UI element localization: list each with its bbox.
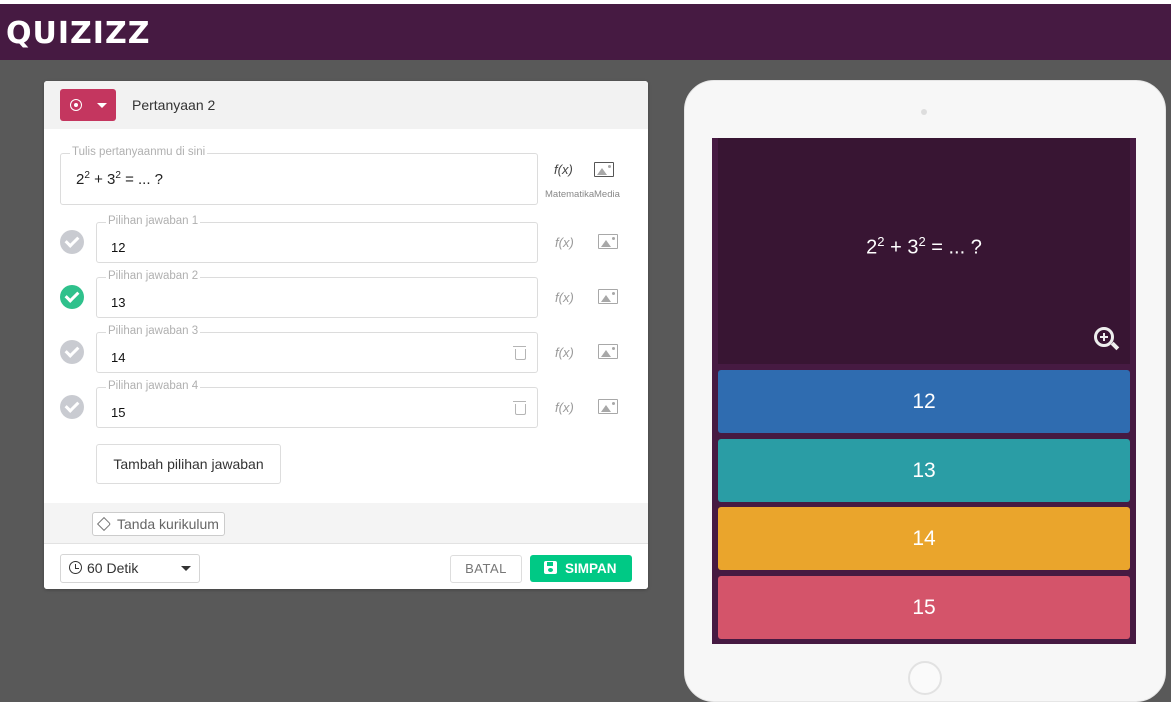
chevron-down-icon [97, 103, 107, 108]
image-icon[interactable] [598, 344, 618, 359]
math-icon[interactable]: f(x) [554, 162, 573, 177]
correct-toggle-4[interactable] [60, 395, 84, 419]
answer-legend: Pilihan jawaban 2 [106, 270, 201, 282]
math-icon[interactable]: f(x) [555, 290, 574, 305]
question-input-legend: Tulis pertanyaanmu di sini [70, 146, 208, 158]
math-icon[interactable]: f(x) [555, 235, 574, 250]
preview-option-3[interactable]: 14 [718, 507, 1130, 570]
cancel-button[interactable]: BATAL [450, 555, 522, 583]
preview-option-4[interactable]: 15 [718, 576, 1130, 639]
question-editor: Pertanyaan 2 Tulis pertanyaanmu di sini … [44, 81, 648, 589]
answer-input-4[interactable]: Pilihan jawaban 4 15 [96, 380, 538, 428]
correct-toggle-2[interactable] [60, 285, 84, 309]
answer-input-3[interactable]: Pilihan jawaban 3 14 [96, 325, 538, 373]
media-label: Media [594, 189, 620, 200]
image-icon[interactable] [598, 399, 618, 414]
clock-icon [69, 561, 82, 574]
question-input[interactable]: Tulis pertanyaanmu di sini 22 + 32 = ...… [60, 146, 538, 205]
top-bar: QUIZIZZ [0, 0, 1171, 60]
math-icon[interactable]: f(x) [555, 400, 574, 415]
math-icon[interactable]: f(x) [555, 345, 574, 360]
question-text[interactable]: 22 + 32 = ... ? [76, 170, 163, 188]
correct-toggle-3[interactable] [60, 340, 84, 364]
answer-value[interactable]: 12 [111, 240, 125, 255]
preview-question-panel: 22 + 32 = ... ? [718, 138, 1130, 364]
add-answer-button[interactable]: Tambah pilihan jawaban [96, 444, 281, 484]
answer-input-1[interactable]: Pilihan jawaban 1 12 [96, 215, 538, 263]
image-icon[interactable] [598, 234, 618, 249]
tag-icon [96, 516, 112, 532]
math-label: Matematika [545, 189, 595, 200]
zoom-in-icon[interactable] [1094, 327, 1114, 347]
curriculum-band: Tanda kurikulum [44, 503, 648, 543]
editor-footer: 60 Detik BATAL SIMPAN [44, 543, 648, 589]
answer-value[interactable]: 14 [111, 350, 125, 365]
question-type-button[interactable] [60, 89, 116, 121]
answer-legend: Pilihan jawaban 3 [106, 325, 201, 337]
media-icon[interactable] [594, 162, 614, 177]
save-button[interactable]: SIMPAN [530, 555, 632, 582]
answer-value[interactable]: 15 [111, 405, 125, 420]
timer-select[interactable]: 60 Detik [60, 554, 200, 583]
timer-value: 60 Detik [87, 560, 139, 576]
preview-option-1[interactable]: 12 [718, 370, 1130, 433]
preview-question-text: 22 + 32 = ... ? [866, 234, 982, 259]
answer-legend: Pilihan jawaban 4 [106, 380, 201, 392]
answer-input-2[interactable]: Pilihan jawaban 2 13 [96, 270, 538, 318]
preview-screen: 22 + 32 = ... ? 12 13 14 15 [712, 138, 1136, 644]
correct-toggle-1[interactable] [60, 230, 84, 254]
editor-header: Pertanyaan 2 [44, 81, 648, 129]
save-icon [544, 561, 557, 574]
save-label: SIMPAN [565, 561, 617, 576]
tablet-preview: 22 + 32 = ... ? 12 13 14 15 [684, 80, 1166, 702]
quiz-type-icon [70, 99, 82, 111]
chevron-down-icon [181, 566, 191, 571]
tablet-camera [921, 109, 927, 115]
preview-option-2[interactable]: 13 [718, 439, 1130, 502]
curriculum-tag-label: Tanda kurikulum [117, 516, 219, 532]
trash-icon[interactable] [513, 401, 526, 415]
question-title: Pertanyaan 2 [132, 97, 216, 113]
answer-value[interactable]: 13 [111, 295, 125, 310]
answer-legend: Pilihan jawaban 1 [106, 215, 201, 227]
quizizz-logo[interactable]: QUIZIZZ [6, 16, 150, 51]
tablet-home-button [908, 661, 942, 695]
image-icon[interactable] [598, 289, 618, 304]
curriculum-tag-button[interactable]: Tanda kurikulum [92, 512, 225, 536]
trash-icon[interactable] [513, 346, 526, 360]
